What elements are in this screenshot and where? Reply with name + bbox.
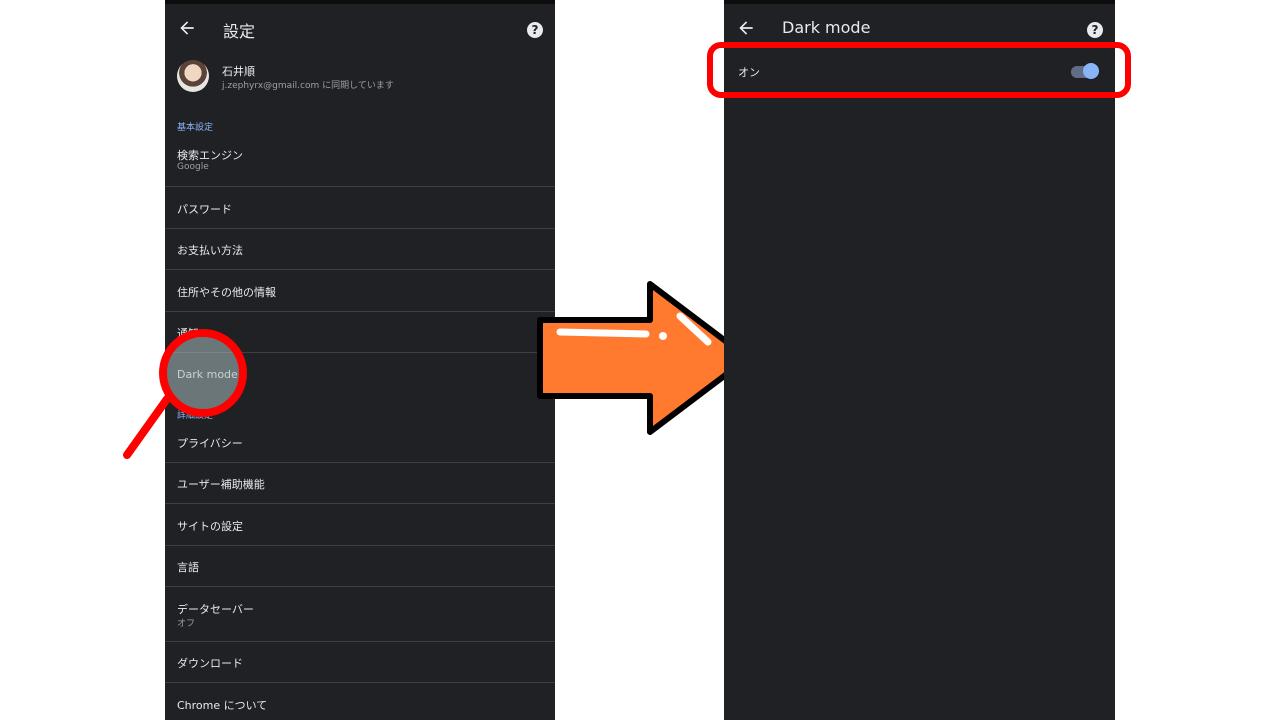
settings-item-label: サイトの設定 xyxy=(177,520,243,533)
section-label-advanced: 詳細設定 xyxy=(177,411,214,421)
settings-item-label: 言語 xyxy=(177,561,199,574)
settings-item-data-saver[interactable]: データセーバー オフ xyxy=(165,587,555,642)
dark-mode-screen: Dark mode ? オン xyxy=(724,0,1115,720)
settings-item-downloads[interactable]: ダウンロード xyxy=(165,642,555,683)
settings-item-privacy[interactable]: プライバシー xyxy=(165,421,555,463)
settings-item-label: お支払い方法 xyxy=(177,244,243,257)
settings-item-label: ダウンロード xyxy=(177,657,243,670)
settings-item-site-settings[interactable]: サイトの設定 xyxy=(165,504,555,546)
page-title: Dark mode xyxy=(782,18,871,37)
section-label-basic: 基本設定 xyxy=(177,123,214,133)
settings-item-payment-methods[interactable]: お支払い方法 xyxy=(165,229,555,270)
transition-arrow-icon xyxy=(537,281,751,435)
settings-item-label: パスワード xyxy=(177,203,232,216)
settings-screen: 設定 ? 石井順 j.zephyrx@gmail.com に同期しています 基本… xyxy=(165,0,555,720)
settings-item-label: 住所やその他の情報 xyxy=(177,286,276,299)
page-title: 設定 xyxy=(223,22,256,41)
help-icon[interactable]: ? xyxy=(527,22,543,38)
settings-item-label: Chrome について xyxy=(177,699,268,712)
app-bar: 設定 ? xyxy=(165,0,555,54)
settings-item-label: プライバシー xyxy=(177,437,243,450)
settings-item-label: Dark mode xyxy=(177,368,238,381)
settings-item-subtext: オフ xyxy=(177,619,196,629)
arrow-left-icon[interactable] xyxy=(736,18,756,38)
settings-item-passwords[interactable]: パスワード xyxy=(165,187,555,229)
settings-item-label: 検索エンジン xyxy=(177,149,243,162)
settings-item-dark-mode[interactable]: Dark mode xyxy=(165,353,555,399)
settings-item-label: ユーザー補助機能 xyxy=(177,478,265,491)
settings-item-label: データセーバー xyxy=(177,603,254,616)
settings-item-about-chrome[interactable]: Chrome について xyxy=(165,683,555,720)
arrow-left-icon[interactable] xyxy=(177,18,197,38)
settings-item-languages[interactable]: 言語 xyxy=(165,546,555,587)
settings-item-search-engine[interactable]: 検索エンジン Google xyxy=(165,133,555,187)
settings-item-label: 通知 xyxy=(177,327,199,340)
highlight-frame xyxy=(707,42,1131,98)
avatar xyxy=(177,60,209,92)
settings-item-notifications[interactable]: 通知 xyxy=(165,312,555,353)
account-sync-status: j.zephyrx@gmail.com に同期しています xyxy=(222,81,394,91)
settings-item-accessibility[interactable]: ユーザー補助機能 xyxy=(165,463,555,504)
settings-item-subtext: Google xyxy=(177,162,209,172)
account-row[interactable]: 石井順 j.zephyrx@gmail.com に同期しています xyxy=(165,56,555,100)
help-icon[interactable]: ? xyxy=(1087,22,1103,38)
settings-item-addresses[interactable]: 住所やその他の情報 xyxy=(165,270,555,312)
account-name: 石井順 xyxy=(222,65,255,78)
